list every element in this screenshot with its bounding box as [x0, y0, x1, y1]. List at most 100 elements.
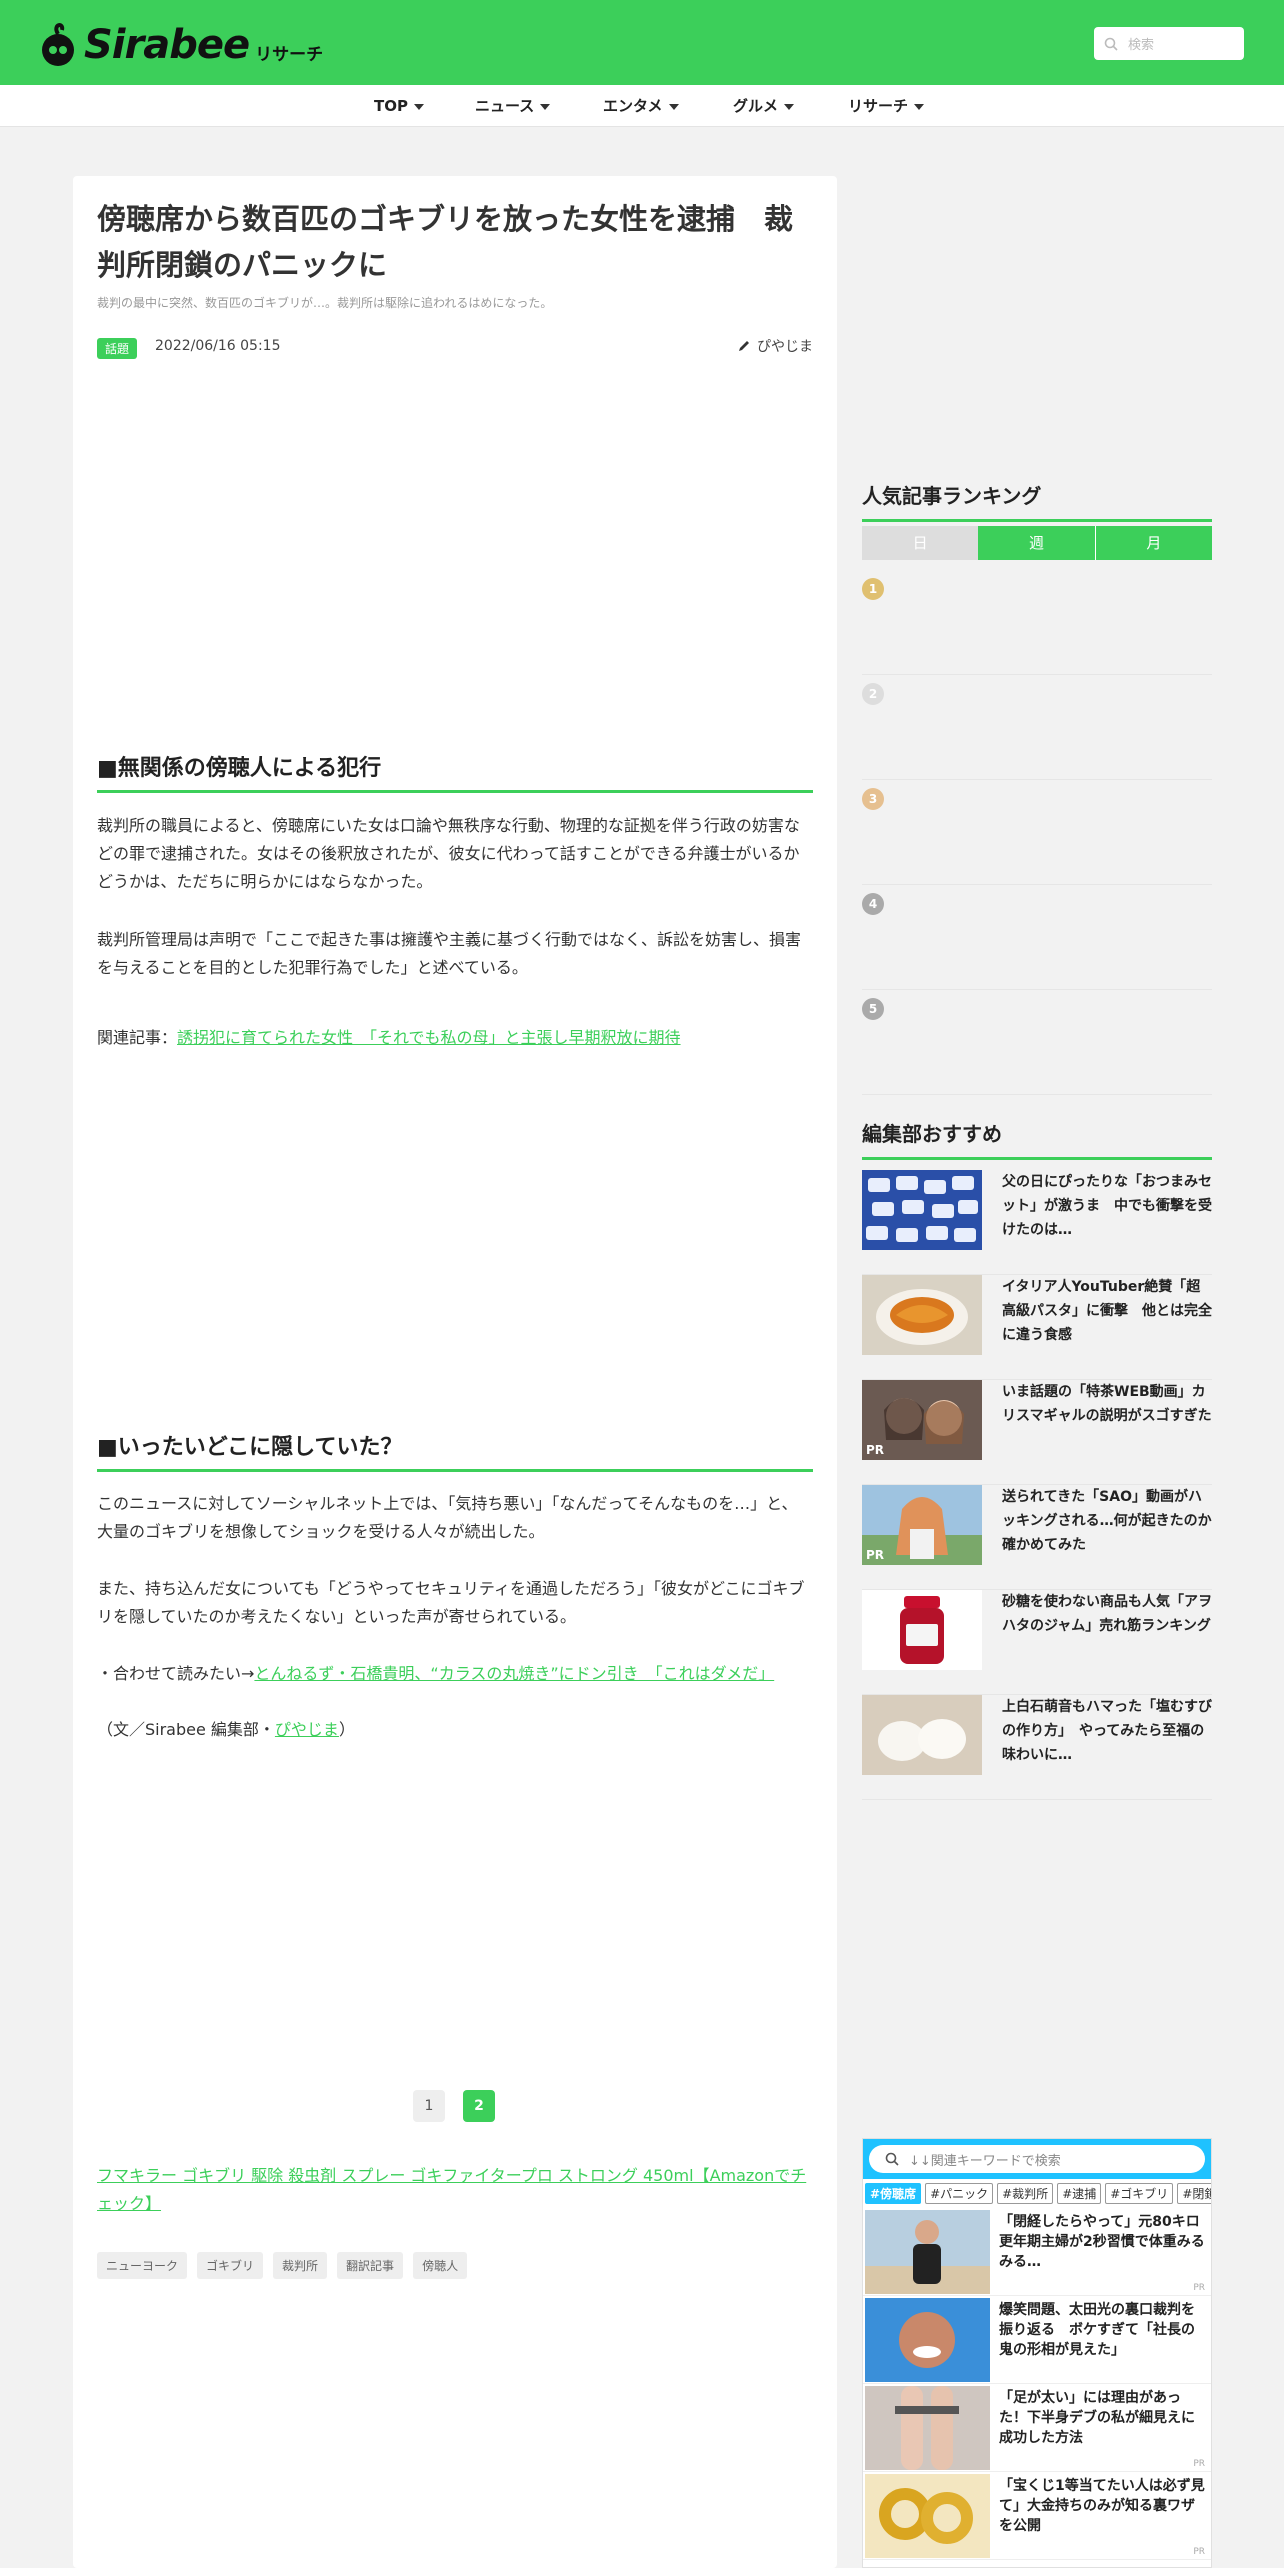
tab-day[interactable]: 日 — [862, 526, 979, 560]
tag-link[interactable]: 翻訳記事 — [337, 2252, 404, 2279]
article-paragraph-4: また、持ち込んだ女についても「どうやってセキュリティを通過しただろう」「彼女がど… — [97, 1579, 805, 1626]
pr-label: PR — [1193, 2459, 1205, 2469]
amazon-product-link[interactable]: フマキラー ゴキブリ 駆除 殺虫剤 スプレー ゴキファイタープロ ストロング 4… — [97, 2162, 813, 2218]
page-2-button[interactable]: 2 — [463, 2090, 495, 2122]
widget-item[interactable]: 「足が太い」には理由があった！下半身デブの私が細見えに成功した方法 PR — [863, 2384, 1211, 2472]
article-credit: （文／Sirabee 編集部・ぴやじま） — [97, 1716, 813, 1744]
recommend-item[interactable]: イタリア人YouTuber絶賛「超高級パスタ」に衝撃 他とは完全に違う食感 — [862, 1275, 1212, 1380]
pencil-icon — [739, 341, 749, 351]
recommend-item[interactable]: PR 送られてきた「SAO」動画がハッキングされる…何が起きたのか確かめてみた — [862, 1485, 1212, 1590]
keyword-tag[interactable]: #ゴキブリ — [1105, 2183, 1174, 2204]
tab-month[interactable]: 月 — [1095, 526, 1212, 560]
main-nav: TOP ニュース エンタメ グルメ リサーチ — [0, 85, 1284, 127]
keyword-tags: #傍聴席 #パニック #裁判所 #逮捕 #ゴキブリ #閉鎖 — [863, 2179, 1211, 2208]
related-keyword-widget: ↓↓関連キーワードで検索 #傍聴席 #パニック #裁判所 #逮捕 #ゴキブリ #… — [862, 2138, 1212, 2568]
recommend-item[interactable]: 上白石萌音もハマった「塩むすびの作り方」 やってみたら至福の味わいに… — [862, 1695, 1212, 1800]
widget-item[interactable]: 「閉経したらやって」元80キロ更年期主婦が2秒習慣で体重みるみる… PR — [863, 2208, 1211, 2296]
rank-number: 5 — [862, 998, 884, 1020]
pr-label: PR — [866, 1548, 885, 1562]
nav-item-top[interactable]: TOP — [374, 85, 424, 127]
keyword-search-input[interactable]: ↓↓関連キーワードで検索 — [869, 2145, 1205, 2173]
related-article: 関連記事：誘拐犯に育てられた女性 「それでも私の母」と主張し早期釈放に期待 — [97, 1024, 813, 1052]
widget-thumbnail — [865, 2210, 990, 2294]
logo-text: Sirabee — [84, 22, 250, 68]
also-read: ・合わせて読みたい→とんねるず・石橋貴明、“カラスの丸焼き”にドン引き 「これは… — [97, 1660, 813, 1688]
recommend-thumbnail: PR — [862, 1380, 982, 1460]
nav-item-entame[interactable]: エンタメ — [603, 85, 679, 127]
widget-item[interactable]: 爆笑問題、太田光の裏口裁判を振り返る ボケすぎて「社長の鬼の形相が見えた」 — [863, 2296, 1211, 2384]
keyword-tag[interactable]: #逮捕 — [1057, 2183, 1102, 2204]
recommend-text: 上白石萌音もハマった「塩むすびの作り方」 やってみたら至福の味わいに… — [1002, 1699, 1212, 1763]
related-article-link[interactable]: 誘拐犯に育てられた女性 「それでも私の母」と主張し早期釈放に期待 — [177, 1028, 681, 1047]
recommend-text: 砂糖を使わない商品も人気「アヲハタのジャム」売れ筋ランキング — [1002, 1594, 1212, 1634]
tag-link[interactable]: ニューヨーク — [97, 2252, 188, 2279]
keyword-tag[interactable]: #パニック — [925, 2183, 994, 2204]
logo-mark-icon — [42, 23, 74, 66]
search-icon — [1104, 37, 1118, 51]
nav-item-news[interactable]: ニュース — [475, 85, 551, 127]
ranking-item[interactable]: 4 — [862, 885, 1212, 990]
ranking-item[interactable]: 1 — [862, 570, 1212, 675]
widget-thumbnail — [865, 2298, 990, 2382]
recommend-text: 父の日にぴったりな「おつまみセット」が激うま 中でも衝撃を受けたのは… — [1002, 1174, 1212, 1238]
caret-down-icon — [668, 103, 679, 110]
article-tags: ニューヨーク ゴキブリ 裁判所 翻訳記事 傍聴人 — [97, 2252, 468, 2279]
recommend-item[interactable]: 砂糖を使わない商品も人気「アヲハタのジャム」売れ筋ランキング — [862, 1590, 1212, 1695]
article-date: 2022/06/16 05:15 — [155, 338, 281, 354]
also-read-prefix: ・合わせて読みたい→ — [97, 1664, 255, 1683]
search-icon — [885, 2152, 899, 2166]
recommend-thumbnail — [862, 1275, 982, 1355]
keyword-search-placeholder: ↓↓関連キーワードで検索 — [909, 2153, 1061, 2169]
widget-text: 「閉経したらやって」元80キロ更年期主婦が2秒習慣で体重みるみる… — [999, 2214, 1205, 2270]
tag-link[interactable]: 傍聴人 — [413, 2252, 468, 2279]
section-heading-2: ■いったいどこに隠していた？ — [97, 1429, 813, 1472]
nav-label: リサーチ — [848, 97, 909, 115]
article-paragraph-2: 裁判所管理局は声明で「ここで起きた事は擁護や主義に基づく行動ではなく、訴訟を妨害… — [97, 930, 802, 977]
also-read-link[interactable]: とんねるず・石橋貴明、“カラスの丸焼き”にドン引き 「これはダメだ」 — [254, 1664, 774, 1683]
recommend-item[interactable]: 父の日にぴったりな「おつまみセット」が激うま 中でも衝撃を受けたのは… — [862, 1170, 1212, 1275]
related-prefix: 関連記事： — [97, 1028, 178, 1047]
credit-author-link[interactable]: ぴやじま — [275, 1720, 339, 1739]
widget-item[interactable]: 「宝くじ1等当てたい人は必ず見て」大金持ちのみが知る裏ワザを公開 PR — [863, 2472, 1211, 2560]
nav-label: エンタメ — [603, 97, 663, 115]
ranking-tabs: 日 週 月 — [862, 526, 1212, 560]
tag-link[interactable]: 裁判所 — [273, 2252, 328, 2279]
page-1-button[interactable]: 1 — [413, 2090, 445, 2122]
ranking-item[interactable]: 2 — [862, 675, 1212, 780]
widget-text: 「宝くじ1等当てたい人は必ず見て」大金持ちのみが知る裏ワザを公開 — [999, 2478, 1205, 2534]
keyword-tag[interactable]: #裁判所 — [997, 2183, 1054, 2204]
nav-item-research[interactable]: リサーチ — [848, 85, 925, 127]
recommend-thumbnail — [862, 1590, 982, 1670]
author-name: ぴやじま — [757, 339, 813, 355]
widget-text: 爆笑問題、太田光の裏口裁判を振り返る ボケすぎて「社長の鬼の形相が見えた」 — [999, 2302, 1195, 2358]
caret-down-icon — [914, 103, 925, 110]
rank-number: 2 — [862, 683, 884, 705]
ranking-item[interactable]: 5 — [862, 990, 1212, 1095]
nav-label: グルメ — [733, 97, 779, 115]
recommend-item[interactable]: PR いま話題の「特茶WEB動画」カリスマギャルの説明がスゴすぎた — [862, 1380, 1212, 1485]
nav-item-gourmet[interactable]: グルメ — [733, 85, 795, 127]
category-badge[interactable]: 話題 — [97, 338, 138, 359]
tab-week[interactable]: 週 — [978, 526, 1096, 560]
pr-label: PR — [866, 1443, 885, 1457]
widget-text: 「足が太い」には理由があった！下半身デブの私が細見えに成功した方法 — [999, 2390, 1195, 2446]
keyword-tag[interactable]: #閉鎖 — [1177, 2183, 1211, 2204]
keyword-tag[interactable]: #傍聴席 — [865, 2183, 922, 2204]
recommend-thumbnail — [862, 1695, 982, 1775]
header-search-input[interactable]: 検索 — [1094, 27, 1244, 60]
tag-link[interactable]: ゴキブリ — [197, 2252, 264, 2279]
credit-prefix: （文／Sirabee 編集部・ — [97, 1720, 275, 1739]
nav-label: ニュース — [475, 97, 535, 115]
rank-number: 4 — [862, 893, 884, 915]
caret-down-icon — [540, 103, 551, 110]
site-header: Sirabee リサーチ 検索 — [0, 0, 1284, 85]
article-card: 傍聴席から数百匹のゴキブリを放った女性を逮捕 裁判所閉鎖のパニックに 裁判の最中… — [73, 176, 837, 2568]
nav-label: TOP — [374, 97, 408, 115]
ranking-item[interactable]: 3 — [862, 780, 1212, 885]
rank-number: 3 — [862, 788, 884, 810]
pr-label: PR — [1193, 2283, 1205, 2293]
widget-header: ↓↓関連キーワードで検索 — [863, 2139, 1211, 2179]
site-logo[interactable]: Sirabee リサーチ — [38, 20, 323, 70]
author-link[interactable]: ぴやじま — [737, 336, 813, 356]
credit-suffix: ） — [338, 1720, 355, 1739]
